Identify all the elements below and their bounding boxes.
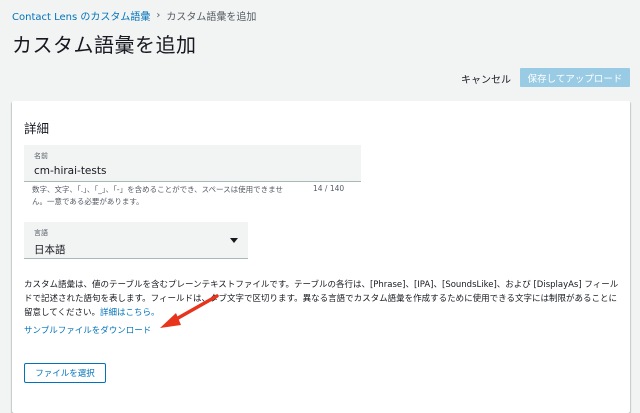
name-field[interactable]: 名前 cm-hirai-tests: [24, 145, 361, 182]
language-field-label: 言語: [34, 229, 48, 237]
details-panel: 詳細 名前 cm-hirai-tests 数字、文字、「.」、「_」、「-」を含…: [12, 101, 630, 413]
page-title: カスタム語彙を追加: [12, 33, 197, 57]
breadcrumb-current: カスタム語彙を追加: [166, 12, 257, 23]
annotation-arrow-icon: [160, 294, 219, 328]
cancel-button[interactable]: キャンセル: [455, 68, 517, 88]
save-and-upload-button[interactable]: 保存してアップロード: [520, 68, 630, 87]
choose-file-button[interactable]: ファイルを選択: [24, 363, 106, 383]
vocabulary-description: カスタム語彙は、値のテーブルを含むプレーンテキストファイルです。テーブルの各行は…: [24, 278, 620, 320]
language-select[interactable]: 言語 日本語: [24, 222, 248, 259]
name-constraint-hint: 数字、文字、「.」、「_」、「-」を含めることができ、スペースは使用できません。…: [32, 185, 283, 206]
download-sample-file-link[interactable]: サンプルファイルをダウンロード: [24, 324, 151, 336]
breadcrumb: Contact Lens のカスタム語彙 › カスタム語彙を追加: [12, 8, 256, 23]
breadcrumb-custom-vocab-link[interactable]: Contact Lens のカスタム語彙: [12, 8, 150, 23]
language-selected-value: 日本語: [34, 244, 66, 256]
panel-title: 詳細: [24, 121, 50, 136]
caret-down-icon: [230, 238, 238, 243]
chevron-right-icon: ›: [156, 10, 161, 21]
name-character-count: 14 / 140: [313, 184, 345, 193]
name-field-value[interactable]: cm-hirai-tests: [34, 165, 106, 177]
name-field-label: 名前: [34, 152, 48, 160]
learn-more-link[interactable]: 詳細はこちら。: [100, 308, 160, 318]
